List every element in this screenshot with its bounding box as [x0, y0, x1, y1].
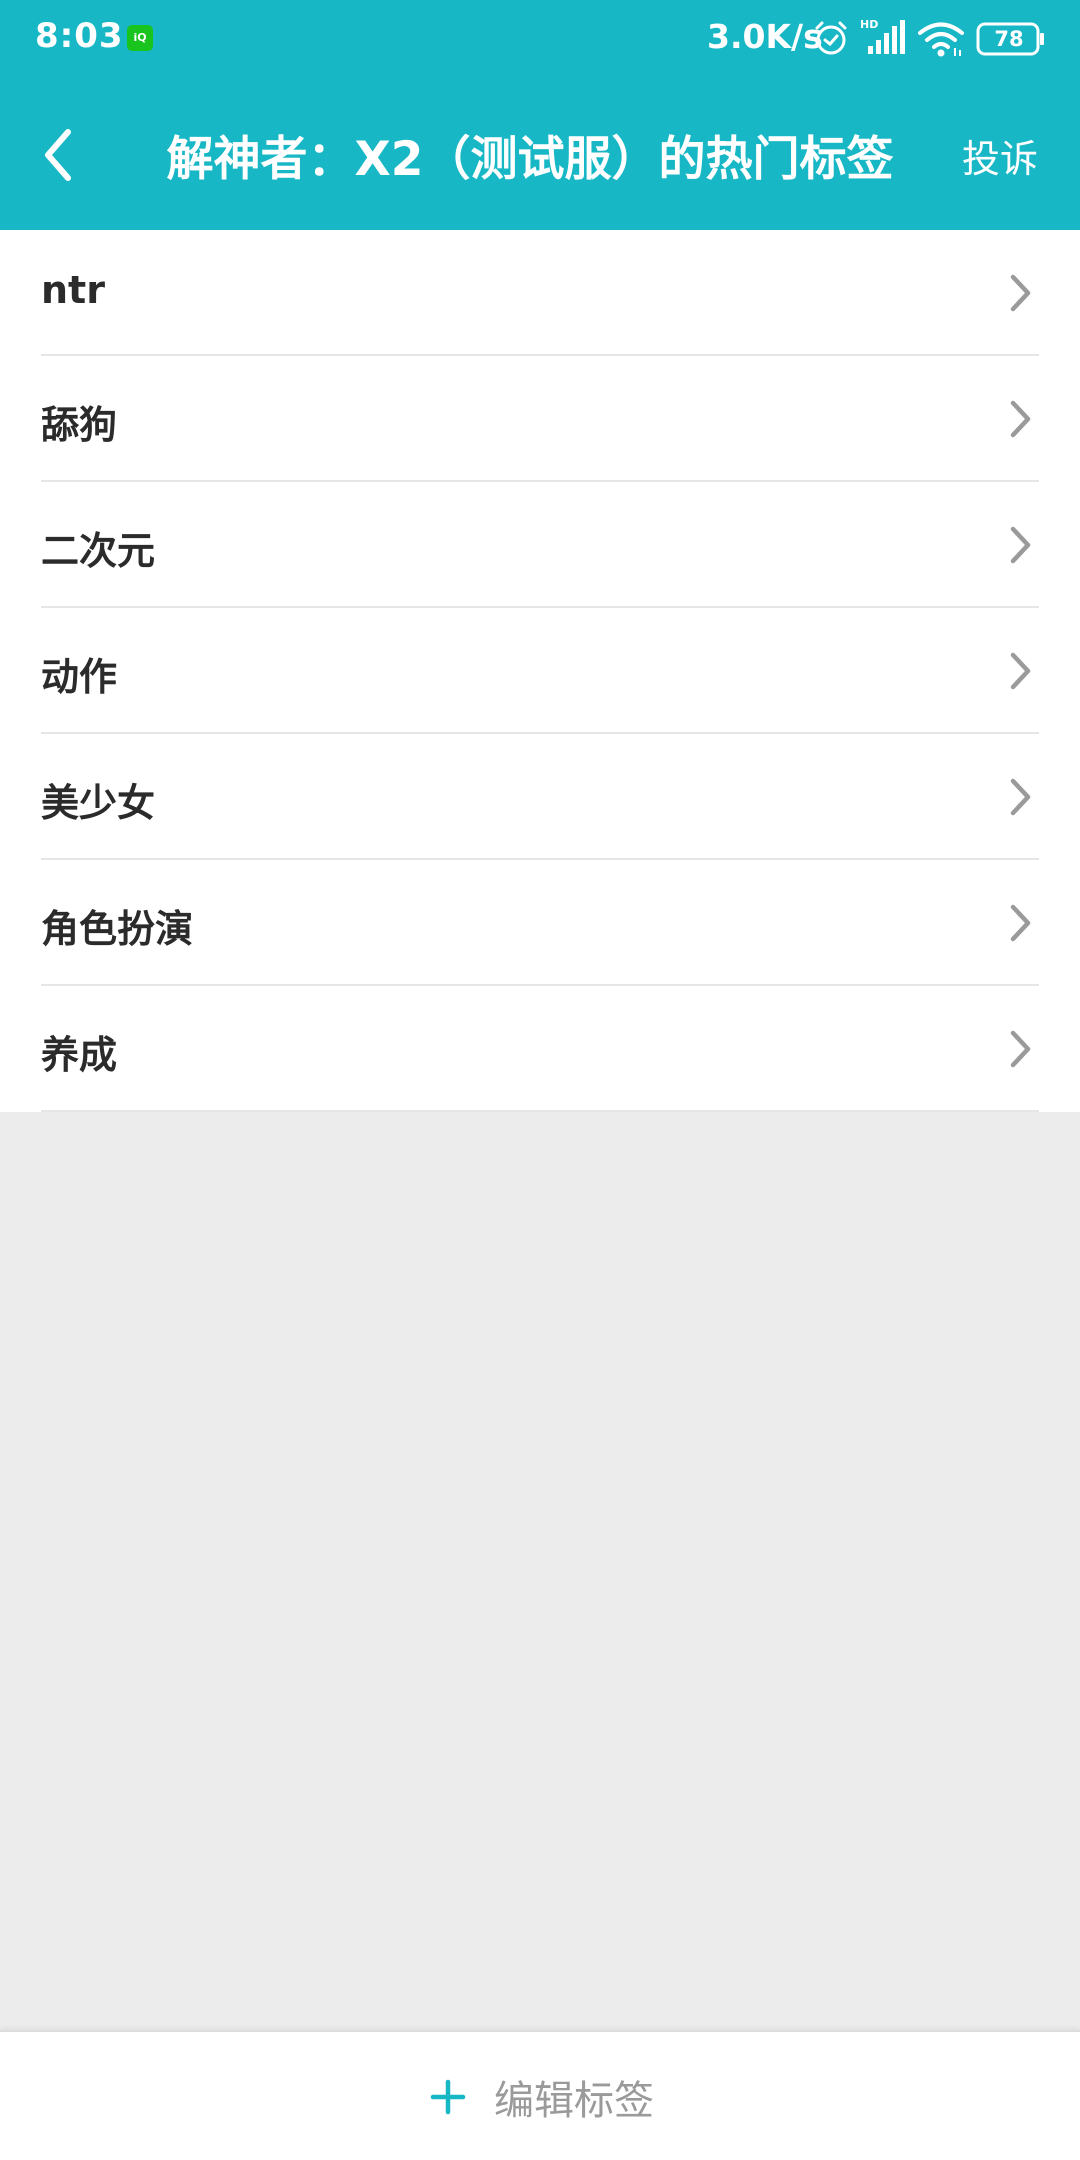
tag-label: 二次元: [41, 529, 156, 573]
chevron-right-icon: [1010, 778, 1031, 816]
wifi-icon: [918, 22, 964, 57]
chevron-right-icon: [1010, 526, 1031, 564]
app-header: 8:03 iQ 3.0K/s HD 78 解神者：X2（测试服）的热门标签 投诉: [0, 0, 1080, 230]
hd-signal-icon: HD: [860, 18, 905, 54]
list-item[interactable]: 动作: [0, 608, 1080, 734]
chevron-right-icon: [1010, 904, 1031, 942]
chevron-right-icon: [1010, 274, 1031, 312]
edit-tags-label: 编辑标签: [494, 2078, 654, 2124]
tags-screen: 8:03 iQ 3.0K/s HD 78 解神者：X2（测试服）的热门标签 投诉…: [0, 0, 1080, 2160]
title-bar: 解神者：X2（测试服）的热门标签 投诉: [0, 78, 1080, 230]
chevron-right-icon: [1010, 1030, 1031, 1068]
tag-label: 养成: [41, 1033, 118, 1077]
list-item[interactable]: 舔狗: [0, 356, 1080, 482]
list-item[interactable]: 二次元: [0, 482, 1080, 608]
divider: [41, 1110, 1039, 1112]
battery-level: 78: [994, 27, 1024, 51]
tag-list: ntr 舔狗 二次元 动作 美少女 角色扮演 养成: [0, 230, 1080, 1112]
tag-label: 角色扮演: [41, 907, 194, 951]
network-speed: 3.0K/s: [707, 17, 823, 56]
iqiyi-icon: iQ: [127, 25, 153, 51]
tag-label: 动作: [41, 655, 118, 699]
plus-icon: [430, 2079, 466, 2115]
tag-label: 美少女: [41, 781, 156, 825]
page-title: 解神者：X2（测试服）的热门标签: [166, 132, 894, 187]
tag-label: ntr: [41, 268, 105, 312]
chevron-right-icon: [1010, 400, 1031, 438]
tag-label: 舔狗: [41, 403, 118, 447]
chevron-right-icon: [1010, 652, 1031, 690]
list-item[interactable]: 养成: [0, 986, 1080, 1112]
back-arrow-icon[interactable]: [30, 110, 90, 200]
edit-tags-button[interactable]: 编辑标签: [430, 2062, 654, 2132]
list-item[interactable]: 角色扮演: [0, 860, 1080, 986]
status-time: 8:03: [35, 16, 124, 56]
report-button[interactable]: 投诉: [962, 128, 1038, 183]
list-item[interactable]: 美少女: [0, 734, 1080, 860]
status-bar: 8:03 iQ 3.0K/s HD 78: [0, 0, 1080, 78]
bottom-bar: 编辑标签: [0, 2030, 1080, 2160]
list-item[interactable]: ntr: [0, 230, 1080, 356]
svg-text:HD: HD: [860, 18, 878, 31]
alarm-icon: [815, 21, 847, 55]
